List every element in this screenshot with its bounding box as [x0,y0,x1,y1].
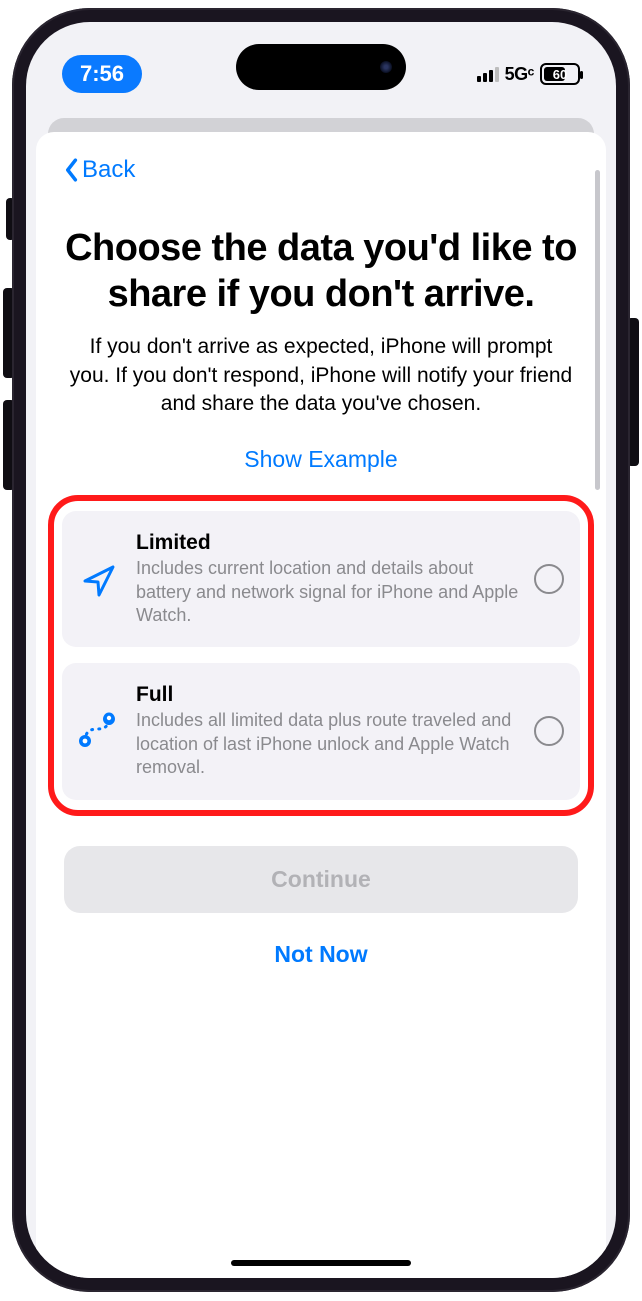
not-now-button[interactable]: Not Now [64,941,578,968]
battery-icon: 60 [540,63,580,85]
option-limited-radio[interactable] [534,564,564,594]
page-title: Choose the data you'd like to share if y… [64,226,578,317]
route-icon [76,711,122,751]
back-button[interactable]: Back [64,156,135,184]
battery-level: 60 [542,67,578,82]
option-full[interactable]: Full Includes all limited data plus rout… [62,663,580,799]
show-example-link[interactable]: Show Example [64,446,578,473]
camera-dot [380,61,392,73]
status-time[interactable]: 7:56 [62,55,142,93]
continue-button[interactable]: Continue [64,846,578,913]
dynamic-island [236,44,406,90]
network-label: 5Gᶜ [505,64,534,85]
home-indicator[interactable] [231,1260,411,1266]
option-full-title: Full [136,683,520,707]
screen: 7:56 5Gᶜ 60 Back Choose the [26,22,616,1278]
option-limited[interactable]: Limited Includes current location and de… [62,511,580,647]
option-limited-desc: Includes current location and details ab… [136,557,520,627]
option-limited-title: Limited [136,531,520,555]
option-full-radio[interactable] [534,716,564,746]
scroll-indicator[interactable] [595,170,600,490]
location-arrow-icon [76,559,122,599]
option-full-desc: Includes all limited data plus route tra… [136,709,520,779]
back-label: Back [82,156,135,184]
chevron-left-icon [64,158,78,182]
modal-sheet: Back Choose the data you'd like to share… [36,132,606,1278]
options-highlight-box: Limited Includes current location and de… [48,495,594,815]
page-subtitle: If you don't arrive as expected, iPhone … [64,333,578,418]
phone-frame: 7:56 5Gᶜ 60 Back Choose the [12,8,630,1292]
cellular-signal-icon [477,66,499,82]
